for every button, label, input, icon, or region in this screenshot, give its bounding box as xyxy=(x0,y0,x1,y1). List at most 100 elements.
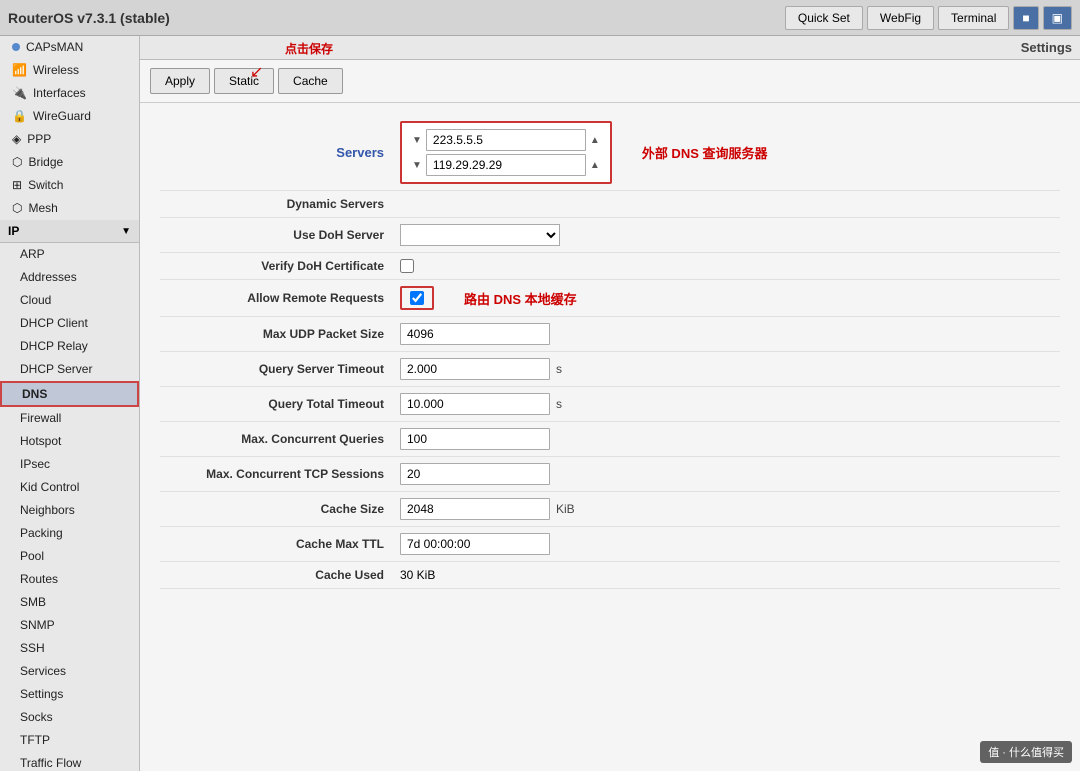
sidebar-item-tftp[interactable]: TFTP xyxy=(0,729,139,752)
cache-size-unit: KiB xyxy=(556,502,575,516)
servers-label: Servers xyxy=(160,145,400,160)
page-settings-header: Settings xyxy=(140,36,1080,60)
max-concurrent-tcp-control xyxy=(400,463,550,485)
max-concurrent-queries-input[interactable] xyxy=(400,428,550,450)
quick-set-button[interactable]: Quick Set xyxy=(785,6,863,30)
sidebar-item-traffic-flow[interactable]: Traffic Flow xyxy=(0,752,139,771)
query-server-timeout-unit: s xyxy=(556,362,562,376)
dynamic-servers-label: Dynamic Servers xyxy=(160,197,400,211)
query-total-timeout-input[interactable] xyxy=(400,393,550,415)
sidebar-item-dhcp-client[interactable]: DHCP Client xyxy=(0,312,139,335)
max-concurrent-tcp-input[interactable] xyxy=(400,463,550,485)
sidebar-item-mesh[interactable]: ⬡ Mesh xyxy=(0,197,139,220)
query-total-timeout-label: Query Total Timeout xyxy=(160,397,400,411)
webfig-button[interactable]: WebFig xyxy=(867,6,934,30)
wireless-icon: 📶 xyxy=(12,63,27,77)
sidebar-item-socks[interactable]: Socks xyxy=(0,706,139,729)
sidebar-item-kid-control[interactable]: Kid Control xyxy=(0,476,139,499)
verify-doh-control xyxy=(400,259,414,273)
cache-button[interactable]: Cache xyxy=(278,68,343,94)
sidebar-item-ipsec[interactable]: IPsec xyxy=(0,453,139,476)
ppp-icon: ◈ xyxy=(12,132,21,146)
cache-used-label: Cache Used xyxy=(160,568,400,582)
cache-used-row: Cache Used 30 KiB xyxy=(160,562,1060,589)
sidebar-item-neighbors[interactable]: Neighbors xyxy=(0,499,139,522)
server-row-1: ▼ ▲ xyxy=(412,129,600,151)
query-total-timeout-control: s xyxy=(400,393,562,415)
allow-remote-row: Allow Remote Requests 路由 DNS 本地缓存 xyxy=(160,280,1060,317)
sidebar-group-ip[interactable]: IP ▼ xyxy=(0,220,139,243)
max-udp-label: Max UDP Packet Size xyxy=(160,327,400,341)
query-server-timeout-input[interactable] xyxy=(400,358,550,380)
sidebar-item-pool[interactable]: Pool xyxy=(0,545,139,568)
sidebar-item-wireguard[interactable]: 🔒 WireGuard xyxy=(0,105,139,128)
sidebar-item-smb[interactable]: SMB xyxy=(0,591,139,614)
servers-box: ▼ ▲ ▼ ▲ xyxy=(400,121,612,184)
server2-arrow-icon: ▼ xyxy=(412,160,422,171)
verify-doh-row: Verify DoH Certificate xyxy=(160,253,1060,280)
sidebar-item-capsman[interactable]: CAPsMAN xyxy=(0,36,139,59)
cache-max-ttl-input[interactable] xyxy=(400,533,550,555)
dynamic-servers-row: Dynamic Servers xyxy=(160,191,1060,218)
max-concurrent-queries-control xyxy=(400,428,550,450)
sidebar-item-packing[interactable]: Packing xyxy=(0,522,139,545)
use-doh-row: Use DoH Server xyxy=(160,218,1060,253)
sidebar-item-hotspot[interactable]: Hotspot xyxy=(0,430,139,453)
icon2-button[interactable]: ▣ xyxy=(1043,6,1072,30)
sidebar-item-arp[interactable]: ARP xyxy=(0,243,139,266)
max-concurrent-tcp-label: Max. Concurrent TCP Sessions xyxy=(160,467,400,481)
allow-remote-label: Allow Remote Requests xyxy=(160,291,400,305)
sidebar-item-addresses[interactable]: Addresses xyxy=(0,266,139,289)
cache-max-ttl-label: Cache Max TTL xyxy=(160,537,400,551)
cache-max-ttl-row: Cache Max TTL xyxy=(160,527,1060,562)
sidebar-item-dhcp-relay[interactable]: DHCP Relay xyxy=(0,335,139,358)
sidebar-item-switch[interactable]: ⊞ Switch xyxy=(0,174,139,197)
static-button[interactable]: Static xyxy=(214,68,274,94)
annotation-save: 点击保存 xyxy=(285,40,333,57)
sidebar-item-services[interactable]: Services xyxy=(0,660,139,683)
server1-input[interactable] xyxy=(426,129,586,151)
sidebar-item-dns[interactable]: DNS xyxy=(0,381,139,407)
sidebar-item-bridge[interactable]: ⬡ Bridge xyxy=(0,151,139,174)
sidebar-item-settings[interactable]: Settings xyxy=(0,683,139,706)
sidebar-item-firewall[interactable]: Firewall xyxy=(0,407,139,430)
switch-icon: ⊞ xyxy=(12,178,22,192)
sidebar-item-routes[interactable]: Routes xyxy=(0,568,139,591)
server2-input[interactable] xyxy=(426,154,586,176)
use-doh-label: Use DoH Server xyxy=(160,228,400,242)
cache-size-input[interactable] xyxy=(400,498,550,520)
allow-remote-checkbox[interactable] xyxy=(410,291,424,305)
arrow-icon: ↙ xyxy=(250,62,263,82)
sidebar-item-ppp[interactable]: ◈ PPP xyxy=(0,128,139,151)
app-title: RouterOS v7.3.1 (stable) xyxy=(8,10,170,26)
sidebar-item-snmp[interactable]: SNMP xyxy=(0,614,139,637)
icon1-button[interactable]: ■ xyxy=(1013,6,1038,30)
use-doh-select[interactable] xyxy=(400,224,560,246)
sidebar-item-interfaces[interactable]: 🔌 Interfaces xyxy=(0,82,139,105)
server1-up-icon[interactable]: ▲ xyxy=(590,135,600,146)
chevron-down-icon: ▼ xyxy=(121,226,131,237)
cache-max-ttl-control xyxy=(400,533,550,555)
watermark: 值 · 什么值得买 xyxy=(980,741,1072,763)
query-server-timeout-row: Query Server Timeout s xyxy=(160,352,1060,387)
server-row-2: ▼ ▲ xyxy=(412,154,600,176)
query-total-timeout-row: Query Total Timeout s xyxy=(160,387,1060,422)
sidebar-item-ssh[interactable]: SSH xyxy=(0,637,139,660)
server2-up-icon[interactable]: ▲ xyxy=(590,160,600,171)
sidebar-item-dhcp-server[interactable]: DHCP Server xyxy=(0,358,139,381)
cache-size-label: Cache Size xyxy=(160,502,400,516)
dns-form: Servers ▼ ▲ ▼ ▲ xyxy=(140,103,1080,771)
max-concurrent-queries-label: Max. Concurrent Queries xyxy=(160,432,400,446)
verify-doh-checkbox[interactable] xyxy=(400,259,414,273)
servers-control: ▼ ▲ ▼ ▲ xyxy=(400,121,612,184)
max-concurrent-queries-row: Max. Concurrent Queries xyxy=(160,422,1060,457)
sidebar-item-cloud[interactable]: Cloud xyxy=(0,289,139,312)
query-server-timeout-label: Query Server Timeout xyxy=(160,362,400,376)
bridge-icon: ⬡ xyxy=(12,155,22,169)
capsman-icon xyxy=(12,43,20,51)
allow-remote-control xyxy=(400,286,434,310)
terminal-button[interactable]: Terminal xyxy=(938,6,1009,30)
apply-button[interactable]: Apply xyxy=(150,68,210,94)
max-udp-input[interactable] xyxy=(400,323,550,345)
sidebar-item-wireless[interactable]: 📶 Wireless xyxy=(0,59,139,82)
